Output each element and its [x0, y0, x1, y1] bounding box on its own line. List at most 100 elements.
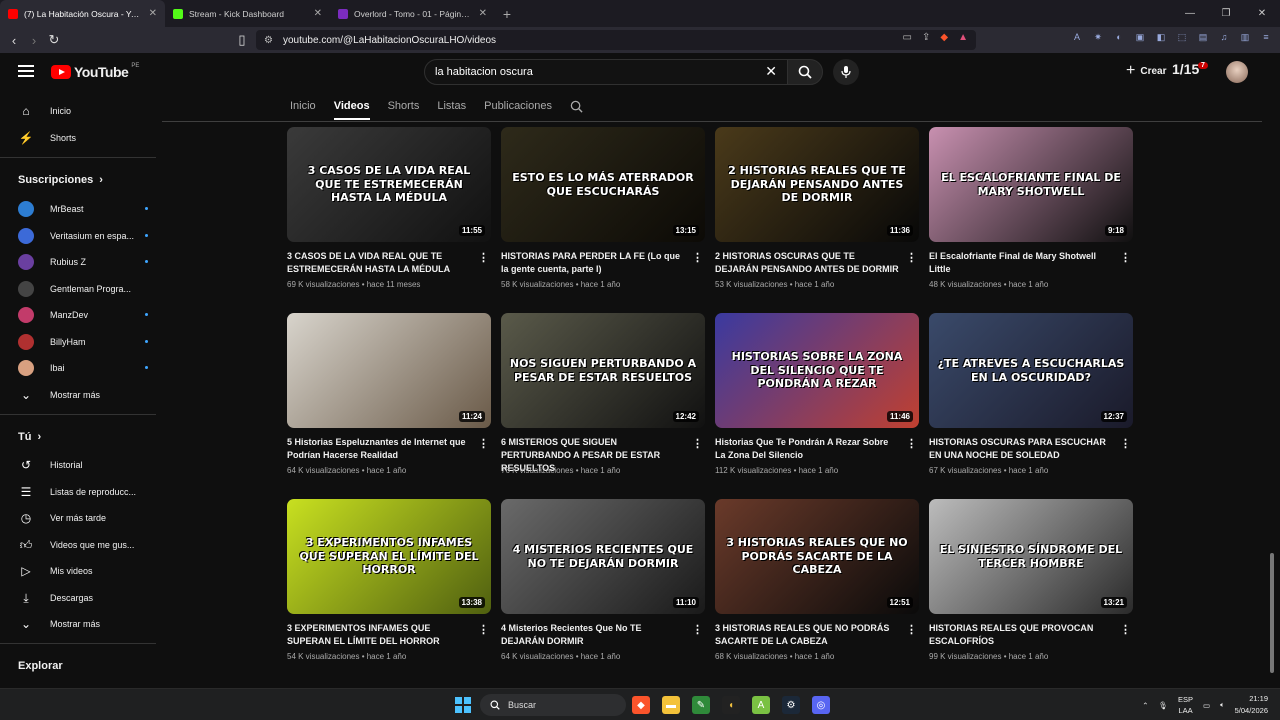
show-more-button[interactable]: ⌄ Mostrar más [18, 614, 148, 634]
video-card[interactable]: ESTO ES LO MÁS ATERRADOR QUE ESCUCHARÁS … [501, 127, 705, 297]
more-options-icon[interactable]: ⋮ [906, 251, 917, 264]
minimize-icon[interactable]: — [1172, 0, 1208, 27]
more-options-icon[interactable]: ⋮ [478, 251, 489, 264]
more-options-icon[interactable]: ⋮ [1120, 437, 1131, 450]
scrollbar-thumb[interactable] [1270, 553, 1274, 673]
extension-icon[interactable]: ◐ [1113, 31, 1125, 43]
sidebar-item-channel[interactable]: ManzDev [18, 305, 148, 325]
video-card[interactable]: 3 EXPERIMENTOS INFAMES QUE SUPERAN EL LÍ… [287, 499, 491, 669]
video-thumbnail[interactable]: ESTO ES LO MÁS ATERRADOR QUE ESCUCHARÁS … [501, 127, 705, 242]
close-window-icon[interactable]: ✕ [1244, 0, 1280, 27]
sidebar-item-my-videos[interactable]: ▷ Mis videos [18, 561, 148, 581]
file-explorer-icon[interactable]: ▬ [662, 696, 680, 714]
video-title[interactable]: HISTORIAS REALES QUE PROVOCAN ESCALOFRÍO… [929, 622, 1113, 648]
video-title[interactable]: 4 Misterios Recientes Que No TE DEJARÁN … [501, 622, 685, 648]
video-thumbnail[interactable]: EL SINIESTRO SÍNDROME DEL TERCER HOMBRE … [929, 499, 1133, 614]
video-card[interactable]: NOS SIGUEN PERTURBANDO A PESAR DE ESTAR … [501, 313, 705, 483]
extension-icon[interactable]: ⬚ [1176, 31, 1188, 43]
sidebar-item-channel[interactable]: Veritasium en espa... [18, 226, 148, 246]
extension-icon[interactable]: ▤ [1197, 31, 1209, 43]
reload-icon[interactable]: ↻ [44, 30, 64, 50]
clear-search-icon[interactable]: ✕ [765, 63, 777, 80]
video-thumbnail[interactable]: EL ESCALOFRIANTE FINAL DE MARY SHOTWELL … [929, 127, 1133, 242]
windows-start-icon[interactable] [455, 697, 471, 713]
site-info-icon[interactable]: ⚙ [264, 35, 273, 46]
video-thumbnail[interactable]: 3 CASOS DE LA VIDA REAL QUE TE ESTREMECE… [287, 127, 491, 242]
steam-icon[interactable]: ⚙ [782, 696, 800, 714]
video-title[interactable]: 2 HISTORIAS OSCURAS QUE TE DEJARÁN PENSA… [715, 250, 899, 276]
sidebar-item-channel[interactable]: Gentleman Progra... [18, 279, 148, 299]
forward-icon[interactable]: › [24, 30, 44, 50]
video-card[interactable]: 4 MISTERIOS RECIENTES QUE NO TE DEJARÁN … [501, 499, 705, 669]
close-tab-icon[interactable]: ✕ [479, 8, 487, 19]
more-options-icon[interactable]: ⋮ [1120, 251, 1131, 264]
video-thumbnail[interactable]: 2 HISTORIAS REALES QUE TE DEJARÁN PENSAN… [715, 127, 919, 242]
video-card[interactable]: HISTORIAS SOBRE LA ZONA DEL SILENCIO QUE… [715, 313, 919, 483]
clock[interactable]: 21:19 5/04/2026 [1235, 693, 1268, 717]
avatar[interactable] [1226, 61, 1248, 83]
browser-tab[interactable]: Stream - Kick Dashboard ✕ [165, 0, 330, 27]
search-input[interactable]: la habitacion oscura ✕ [424, 59, 788, 85]
sidebar-item-shorts[interactable]: ⚡ Shorts [18, 128, 148, 148]
video-thumbnail[interactable]: 3 HISTORIAS REALES QUE NO PODRÁS SACARTE… [715, 499, 919, 614]
video-title[interactable]: Historias Que Te Pondrán A Rezar Sobre L… [715, 436, 899, 462]
video-card[interactable]: 3 CASOS DE LA VIDA REAL QUE TE ESTREMECE… [287, 127, 491, 297]
sidebar-item-downloads[interactable]: ⤓ Descargas [18, 588, 148, 608]
microphone-icon[interactable]: 🎙︎ [1158, 701, 1168, 710]
brave-shield-icon[interactable]: ◆ [940, 32, 948, 43]
cast-icon[interactable]: ▭ [903, 32, 912, 43]
sidebar-item-inicio[interactable]: ⌂ Inicio [18, 101, 148, 121]
sidebar-icon[interactable]: ▥ [1239, 31, 1251, 43]
video-title[interactable]: 3 EXPERIMENTOS INFAMES QUE SUPERAN EL LÍ… [287, 622, 471, 648]
video-card[interactable]: EL ESCALOFRIANTE FINAL DE MARY SHOTWELL … [929, 127, 1133, 297]
video-card[interactable]: 11:24 5 Historias Espeluznantes de Inter… [287, 313, 491, 483]
new-tab-button[interactable]: + [495, 0, 519, 27]
more-options-icon[interactable]: ⋮ [478, 623, 489, 636]
more-options-icon[interactable]: ⋮ [692, 437, 703, 450]
video-card[interactable]: 2 HISTORIAS REALES QUE TE DEJARÁN PENSAN… [715, 127, 919, 297]
extension-icon[interactable]: ◧ [1155, 31, 1167, 43]
browser-tab[interactable]: Overlord - Tomo - 01 - Página 1 ✕ [330, 0, 495, 27]
video-thumbnail[interactable]: 11:24 [287, 313, 491, 428]
search-button[interactable] [787, 59, 823, 85]
video-card[interactable]: ¿TE ATREVES A ESCUCHARLAS EN LA OSCURIDA… [929, 313, 1133, 483]
video-title[interactable]: HISTORIAS PARA PERDER LA FE (Lo que la g… [501, 250, 685, 276]
sidebar-item-channel[interactable]: Ibai [18, 358, 148, 378]
video-thumbnail[interactable]: 3 EXPERIMENTOS INFAMES QUE SUPERAN EL LÍ… [287, 499, 491, 614]
more-options-icon[interactable]: ⋮ [1120, 623, 1131, 636]
browser-tab[interactable]: (7) La Habitación Oscura - YouTube ✕ [0, 0, 165, 27]
rewards-icon[interactable]: ▲ [958, 32, 968, 43]
you-heading[interactable]: Tú › [18, 431, 41, 443]
notifications-button[interactable]: 1/15 7 [1172, 61, 1208, 77]
bookmark-icon[interactable]: ▯ [232, 30, 252, 50]
video-title[interactable]: 5 Historias Espeluznantes de Internet qu… [287, 436, 471, 462]
video-card[interactable]: 3 HISTORIAS REALES QUE NO PODRÁS SACARTE… [715, 499, 919, 669]
video-thumbnail[interactable]: HISTORIAS SOBRE LA ZONA DEL SILENCIO QUE… [715, 313, 919, 428]
taskbar-search[interactable]: Buscar [480, 694, 626, 716]
app-icon[interactable]: ◖ [722, 696, 740, 714]
tab-publicaciones[interactable]: Publicaciones [484, 100, 552, 120]
sidebar-item-historial[interactable]: ↺ Historial [18, 455, 148, 475]
sidebar-item-playlists[interactable]: ☰ Listas de reproducc... [18, 482, 148, 502]
hamburger-menu-icon[interactable] [18, 65, 34, 77]
tab-inicio[interactable]: Inicio [290, 100, 316, 120]
video-thumbnail[interactable]: NOS SIGUEN PERTURBANDO A PESAR DE ESTAR … [501, 313, 705, 428]
brave-icon[interactable]: ◆ [632, 696, 650, 714]
tab-videos[interactable]: Videos [333, 100, 370, 120]
video-card[interactable]: EL SINIESTRO SÍNDROME DEL TERCER HOMBRE … [929, 499, 1133, 669]
app-icon[interactable]: A [752, 696, 770, 714]
extension-icon[interactable]: ▣ [1134, 31, 1146, 43]
more-options-icon[interactable]: ⋮ [478, 437, 489, 450]
more-options-icon[interactable]: ⋮ [692, 623, 703, 636]
more-options-icon[interactable]: ⋮ [906, 437, 917, 450]
url-bar[interactable]: ⚙ youtube.com/@LaHabitacionOscuraLHO/vid… [256, 30, 976, 50]
back-icon[interactable]: ‹ [4, 30, 24, 50]
translate-icon[interactable]: A [1071, 31, 1083, 43]
tab-listas[interactable]: Listas [437, 100, 466, 120]
sidebar-item-liked[interactable]: 👍︎ Videos que me gus... [18, 535, 148, 555]
share-icon[interactable]: ⇪ [922, 32, 930, 43]
more-options-icon[interactable]: ⋮ [692, 251, 703, 264]
playlist-icon[interactable]: ♫ [1218, 31, 1230, 43]
volume-icon[interactable]: 🔈︎ [1220, 700, 1225, 710]
network-icon[interactable]: ▭ [1203, 701, 1210, 710]
